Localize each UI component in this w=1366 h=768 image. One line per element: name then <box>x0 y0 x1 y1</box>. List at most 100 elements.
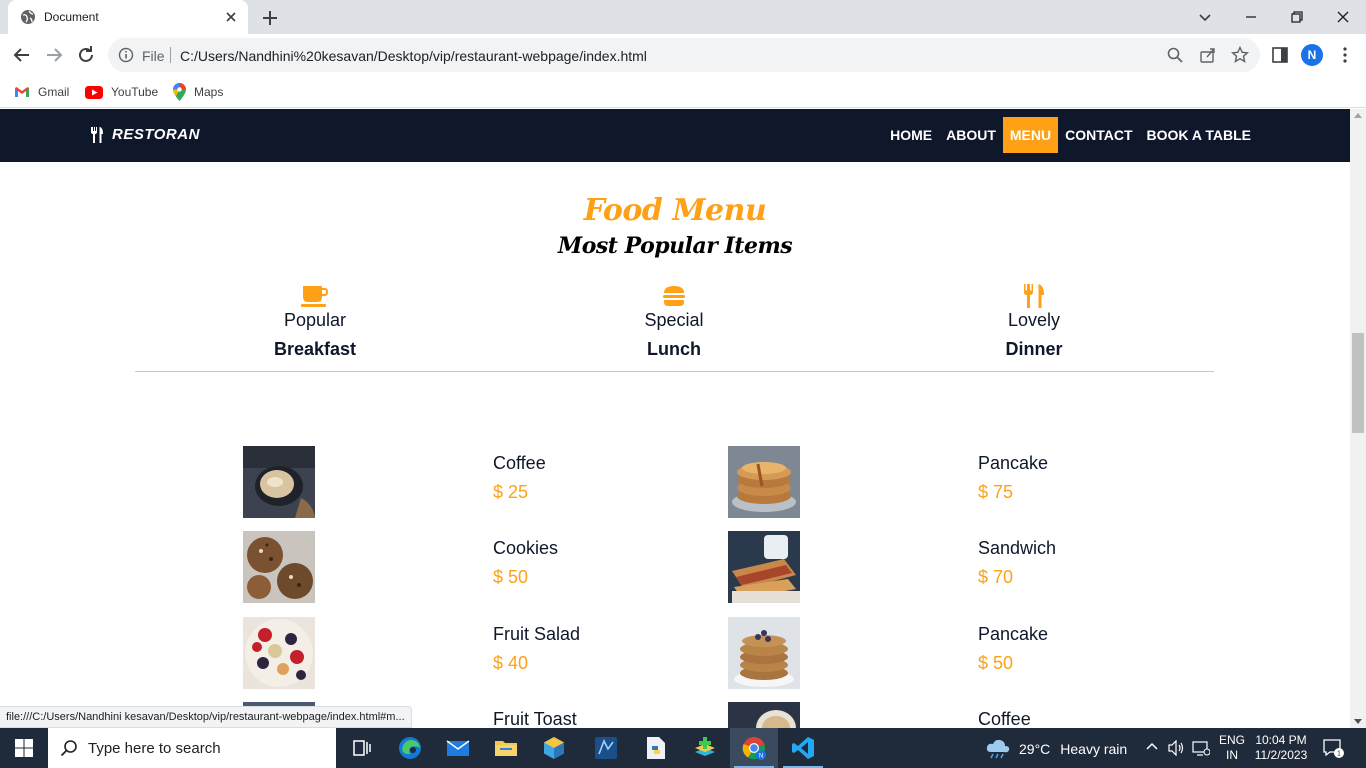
file-explorer-app[interactable] <box>482 728 530 768</box>
chrome-icon: N <box>742 737 766 760</box>
3d-cube-icon <box>544 737 564 759</box>
page-scrollbar[interactable] <box>1350 109 1366 728</box>
menu-item-price: $ 25 <box>493 482 529 502</box>
tab-search-icon[interactable] <box>1192 4 1218 30</box>
scrollbar-thumb[interactable] <box>1352 333 1364 433</box>
url-text[interactable]: C:/Users/Nandhini%20kesavan/Desktop/vip/… <box>180 48 647 64</box>
restore-icon[interactable] <box>1284 4 1310 30</box>
vscode-icon <box>792 737 814 759</box>
search-placeholder: Type here to search <box>88 740 221 757</box>
coffee-image <box>728 702 800 728</box>
system-clock[interactable]: 10:04 PM 11/2/2023 <box>1251 733 1311 763</box>
stack-app[interactable] <box>681 728 729 768</box>
menu-item-name: Pancake <box>978 453 1049 473</box>
profile-avatar[interactable]: N <box>1301 44 1323 66</box>
windows-taskbar: Type here to search N 29°C Heavy rain EN… <box>0 728 1366 768</box>
nav-contact[interactable]: CONTACT <box>1058 117 1139 153</box>
reload-icon[interactable] <box>74 43 98 67</box>
info-icon[interactable] <box>118 47 134 63</box>
mail-icon <box>446 740 470 756</box>
cube-app[interactable] <box>530 728 578 768</box>
nav-book-a-table[interactable]: BOOK A TABLE <box>1140 117 1258 153</box>
bookmarks-bar: Gmail YouTube Maps <box>0 76 1366 108</box>
menu-item-price: $ 70 <box>978 567 1014 587</box>
nav-menu[interactable]: MENU <box>1002 117 1059 153</box>
new-tab-icon[interactable] <box>258 6 282 30</box>
weather-widget[interactable]: 29°C Heavy rain <box>985 738 1127 760</box>
brand-name: RESTORAN <box>112 126 200 143</box>
bookmark-gmail[interactable]: Gmail <box>14 82 69 102</box>
hamburger-icon <box>663 286 685 306</box>
address-bar[interactable]: File C:/Users/Nandhini%20kesavan/Desktop… <box>108 38 1260 72</box>
speaker-icon[interactable] <box>1167 740 1185 756</box>
tab-breakfast[interactable]: Popular Breakfast <box>195 284 435 360</box>
tab-title: Document <box>44 10 99 24</box>
minimize-icon[interactable] <box>1238 4 1264 30</box>
bookmark-youtube[interactable]: YouTube <box>85 82 158 102</box>
chevron-up-icon[interactable] <box>1145 740 1159 754</box>
language-indicator[interactable]: ENG IN <box>1219 733 1245 763</box>
clock-time: 10:04 PM <box>1255 733 1307 747</box>
scroll-up-arrow-icon[interactable] <box>1354 113 1362 118</box>
menu-item-price: $ 40 <box>493 653 529 673</box>
scroll-down-arrow-icon[interactable] <box>1354 719 1362 724</box>
pancake-image <box>728 617 800 689</box>
folder-icon <box>495 741 517 756</box>
rain-cloud-icon <box>986 739 1010 759</box>
start-button[interactable] <box>0 728 48 768</box>
category-label: Lovely <box>1007 310 1061 330</box>
task-view-button[interactable] <box>338 728 386 768</box>
close-tab-icon[interactable] <box>222 8 240 26</box>
network-icon[interactable] <box>1192 740 1210 756</box>
brand-logo[interactable]: RESTORAN <box>90 126 200 143</box>
bookmark-label: Maps <box>194 85 224 99</box>
maps-pin-icon <box>173 83 186 101</box>
category-name: Lunch <box>647 339 701 359</box>
zoom-icon[interactable] <box>1166 46 1184 64</box>
menu-item-price: $ 50 <box>978 653 1014 673</box>
omnibox-divider <box>170 47 171 63</box>
menu-item-price: $ 50 <box>493 567 529 587</box>
coffee-cup-icon <box>301 286 328 307</box>
edge-browser-icon <box>399 737 421 759</box>
page-viewport: RESTORAN HOME ABOUT MENU CONTACT BOOK A … <box>0 109 1350 728</box>
bookmark-maps[interactable]: Maps <box>173 82 223 102</box>
svg-text:N: N <box>759 754 763 760</box>
tabs-divider <box>135 371 1214 372</box>
region-code: IN <box>1226 748 1238 762</box>
section-title: Food Menu <box>583 193 767 228</box>
utensils-icon <box>91 126 103 143</box>
menu-item-name: Fruit Toast <box>493 709 577 728</box>
menu-item-name: Sandwich <box>978 538 1057 558</box>
browser-tab[interactable]: Document <box>8 0 248 34</box>
bookmark-star-icon[interactable] <box>1231 46 1249 64</box>
forward-arrow-icon[interactable] <box>42 43 66 67</box>
edge-app[interactable] <box>386 728 434 768</box>
section-subtitle: Most Popular Items <box>557 233 793 259</box>
taskbar-search-box[interactable]: Type here to search <box>48 728 336 768</box>
close-window-icon[interactable] <box>1330 4 1356 30</box>
vscode-app[interactable] <box>779 728 827 768</box>
menu-item-name: Coffee <box>978 709 1031 728</box>
mail-app[interactable] <box>434 728 482 768</box>
nav-home[interactable]: HOME <box>883 117 939 153</box>
notification-center-icon[interactable]: 1 <box>1322 738 1344 758</box>
back-arrow-icon[interactable] <box>10 43 34 67</box>
stack-layers-icon <box>695 737 715 756</box>
fruit-salad-image <box>243 617 315 689</box>
side-panel-icon[interactable] <box>1271 46 1289 64</box>
clock-date: 11/2/2023 <box>1254 748 1308 762</box>
more-options-icon[interactable] <box>1336 46 1354 64</box>
tab-lunch[interactable]: Special Lunch <box>554 284 794 360</box>
menu-item-name: Fruit Salad <box>493 624 581 644</box>
tab-dinner[interactable]: Lovely Dinner <box>914 284 1154 360</box>
share-icon[interactable] <box>1199 46 1217 64</box>
category-name: Breakfast <box>273 339 357 359</box>
nav-about[interactable]: ABOUT <box>939 117 1003 153</box>
bookmark-label: Gmail <box>38 85 70 99</box>
code-app[interactable] <box>582 728 630 768</box>
python-file-icon <box>647 737 665 759</box>
python-app[interactable] <box>632 728 680 768</box>
chrome-app[interactable]: N <box>730 728 778 768</box>
menu-item-name: Pancake <box>978 624 1049 644</box>
